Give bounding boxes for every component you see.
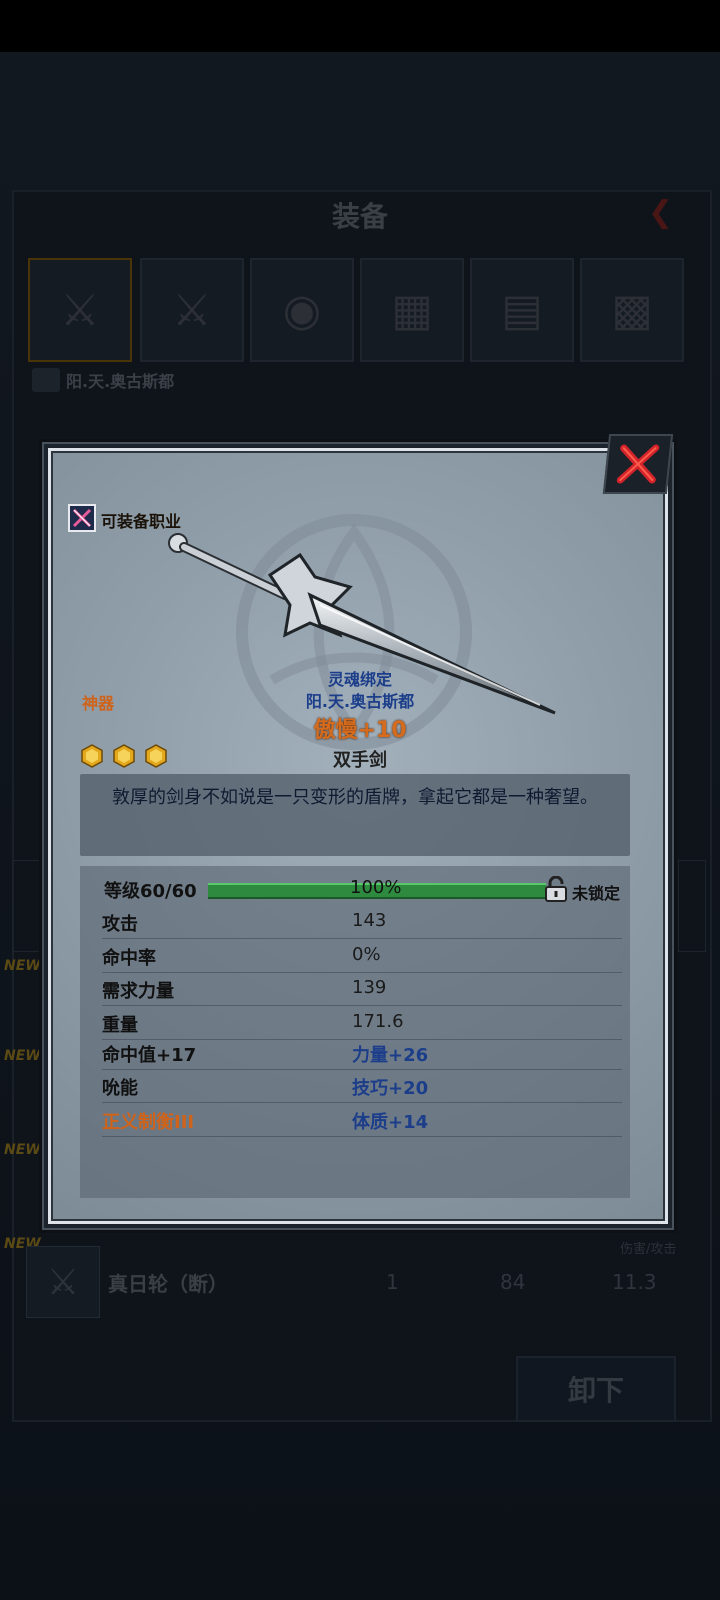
stat-row: 吮能 技巧+20 — [102, 1070, 622, 1103]
stat-label: 重量 — [102, 1015, 138, 1036]
owner-line: 阳.天.奥古斯都 — [32, 368, 174, 392]
equipment-slot-weapon[interactable]: ⚔ — [28, 258, 132, 362]
list-item[interactable]: 伤害/攻击 ⚔ 真日轮（断） 1 84 11.3 — [22, 1238, 698, 1324]
status-bar-area — [0, 0, 720, 52]
item-damage: 11.3 — [612, 1270, 657, 1294]
stat-value: 0% — [352, 944, 381, 965]
equipment-slot-book[interactable]: ▩ — [580, 258, 684, 362]
sword-icon: ⚔ — [60, 284, 100, 336]
item-name: 真日轮（断） — [108, 1272, 228, 1296]
stat-value: 143 — [352, 910, 387, 931]
item-thumbnail: ⚔ — [26, 1246, 100, 1318]
stat-label: 吮能 — [102, 1078, 138, 1099]
stat-bonus: 技巧+20 — [352, 1078, 429, 1099]
stat-row: 重量 171.6 — [102, 1007, 622, 1040]
sword-icon: ⚔ — [172, 284, 212, 336]
avatar — [32, 368, 60, 392]
book-icon: ▩ — [611, 284, 653, 336]
back-arrow-icon[interactable]: ❮ — [648, 195, 694, 230]
side-frame-left — [12, 860, 40, 952]
stat-value: 139 — [352, 977, 387, 998]
hexagon-gem-icon — [145, 744, 167, 768]
stat-label: 命中率 — [102, 948, 156, 969]
stat-value: 171.6 — [352, 1011, 404, 1032]
equipment-slot-armor[interactable]: ▦ — [360, 258, 464, 362]
weapon-name: 傲慢+10 — [313, 718, 407, 743]
star-rating — [80, 744, 168, 768]
stat-row: 命中率 0% — [102, 940, 622, 973]
owner-name: 阳.天.奥古斯都 — [66, 372, 175, 391]
item-count: 1 — [386, 1270, 399, 1294]
stat-label: 命中值+17 — [102, 1045, 197, 1066]
close-button[interactable] — [602, 434, 674, 494]
legs-icon: ▤ — [501, 284, 543, 336]
list-header: 伤害/攻击 — [620, 1242, 677, 1257]
stat-label: 正义制衡III — [102, 1112, 195, 1133]
crossed-swords-icon[interactable] — [68, 504, 96, 532]
hexagon-gem-icon — [113, 744, 135, 768]
hood-icon: ◉ — [282, 284, 322, 336]
equipment-slot-offhand[interactable]: ⚔ — [140, 258, 244, 362]
stat-bonus: 力量+26 — [352, 1045, 429, 1066]
stat-bonus: 体质+14 — [352, 1112, 429, 1133]
new-tag: NEW — [4, 1142, 41, 1158]
armor-icon: ▦ — [391, 284, 433, 336]
bind-status: 灵魂绑定 — [327, 670, 392, 689]
item-value: 84 — [500, 1270, 526, 1294]
unequip-button[interactable]: 卸下 — [516, 1356, 676, 1422]
stat-row: 命中值+17 力量+26 — [102, 1037, 622, 1070]
stat-row: 正义制衡III 体质+14 — [102, 1104, 622, 1137]
item-description: 敦厚的剑身不如说是一只变形的盾牌，拿起它都是一种奢望。 — [80, 774, 630, 856]
hexagon-gem-icon — [81, 744, 103, 768]
stat-row: 需求力量 139 — [102, 973, 622, 1006]
side-frame-right — [678, 860, 706, 952]
new-tag: NEW — [4, 958, 41, 974]
bind-owner: 阳.天.奥古斯都 — [305, 692, 415, 711]
padlock-icon[interactable] — [544, 876, 568, 902]
equipment-title: 装备 — [331, 200, 388, 233]
equipment-slot-legs[interactable]: ▤ — [470, 258, 574, 362]
level-percent: 100% — [350, 877, 402, 898]
stat-label: 需求力量 — [102, 981, 174, 1002]
equipment-slot-helmet[interactable]: ◉ — [250, 258, 354, 362]
close-x-icon — [616, 444, 660, 484]
stat-row: 攻击 143 — [102, 906, 622, 939]
stat-label: 攻击 — [102, 914, 138, 935]
new-tag: NEW — [4, 1048, 41, 1064]
level-label: 等级60/60 — [104, 881, 197, 902]
lock-status-label[interactable]: 未锁定 — [572, 880, 620, 904]
